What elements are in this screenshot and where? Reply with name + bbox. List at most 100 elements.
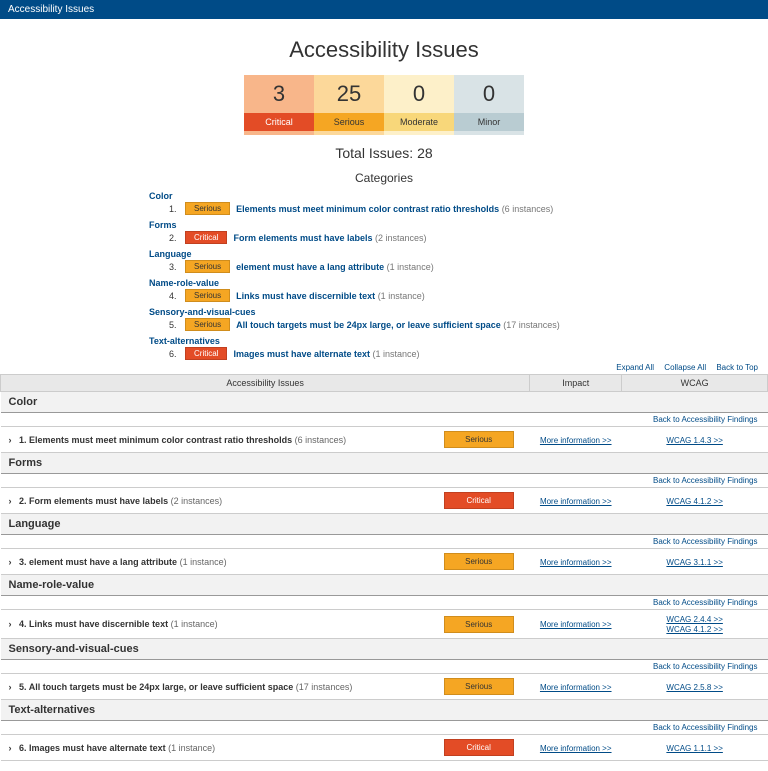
category-desc[interactable]: Form elements must have labels (2 instan…	[233, 233, 426, 243]
severity-minor[interactable]: 0 Minor	[454, 75, 524, 135]
category-desc[interactable]: Links must have discernible text (1 inst…	[236, 291, 425, 301]
issue-instances: (2 instances)	[171, 496, 223, 506]
severity-critical[interactable]: 3 Critical	[244, 75, 314, 135]
wcag-link[interactable]: WCAG 1.1.1 >>	[666, 744, 722, 753]
top-bar: Accessibility Issues	[0, 0, 768, 19]
issue-row[interactable]: › 4. Links must have discernible text (1…	[1, 610, 768, 639]
categories-heading: Categories	[0, 171, 768, 185]
wcag-link[interactable]: WCAG 1.4.3 >>	[666, 436, 722, 445]
back-to-findings-link[interactable]: Back to Accessibility Findings	[653, 415, 758, 424]
category-desc[interactable]: Images must have alternate text (1 insta…	[233, 349, 419, 359]
impact-badge: Critical	[185, 347, 227, 360]
back-to-findings-link[interactable]: Back to Accessibility Findings	[653, 723, 758, 732]
back-link-row: Back to Accessibility Findings	[1, 660, 768, 674]
back-to-findings-link[interactable]: Back to Accessibility Findings	[653, 598, 758, 607]
issues-table: Accessibility Issues Impact WCAG ColorBa…	[0, 374, 768, 761]
severity-serious-label: Serious	[314, 113, 384, 131]
instance-count: (2 instances)	[375, 233, 427, 243]
category-name[interactable]: Language	[149, 249, 619, 259]
wcag-link[interactable]: WCAG 2.5.8 >>	[666, 683, 722, 692]
category-item[interactable]: 6. Critical Images must have alternate tex…	[149, 346, 619, 361]
chevron-right-icon[interactable]: ›	[9, 557, 17, 567]
instance-count: (6 instances)	[502, 204, 554, 214]
issue-row[interactable]: › 2. Form elements must have labels (2 i…	[1, 488, 768, 514]
more-info-link[interactable]: More information >>	[540, 558, 612, 567]
section-title: Language	[1, 514, 768, 535]
impact-badge: Critical	[444, 492, 514, 509]
severity-serious[interactable]: 25 Serious	[314, 75, 384, 135]
impact-badge: Serious	[444, 431, 514, 448]
back-to-findings-link[interactable]: Back to Accessibility Findings	[653, 537, 758, 546]
instance-count: (1 instance)	[378, 291, 425, 301]
wcag-link[interactable]: WCAG 4.1.2 >>	[666, 497, 722, 506]
category-name[interactable]: Name-role-value	[149, 278, 619, 288]
more-info-link[interactable]: More information >>	[540, 620, 612, 629]
issue-title: 6. Images must have alternate text	[19, 743, 166, 753]
severity-moderate-count: 0	[384, 81, 454, 107]
back-link-row: Back to Accessibility Findings	[1, 721, 768, 735]
impact-badge: Serious	[185, 260, 230, 273]
issue-instances: (1 instance)	[168, 743, 215, 753]
issue-instances: (17 instances)	[296, 682, 353, 692]
chevron-right-icon[interactable]: ›	[9, 682, 17, 692]
back-link-row: Back to Accessibility Findings	[1, 596, 768, 610]
severity-minor-label: Minor	[454, 113, 524, 131]
category-desc[interactable]: All touch targets must be 24px large, or…	[236, 320, 560, 330]
category-item[interactable]: 1.SeriousElements must meet minimum colo…	[149, 201, 619, 216]
section-header: Name-role-value	[1, 575, 768, 596]
issue-instances: (1 instance)	[180, 557, 227, 567]
category-name[interactable]: Text-alternatives	[149, 336, 619, 346]
back-to-findings-link[interactable]: Back to Accessibility Findings	[653, 662, 758, 671]
category-index: 2.	[169, 233, 179, 243]
chevron-right-icon[interactable]: ›	[9, 743, 17, 753]
severity-serious-count: 25	[314, 81, 384, 107]
category-name[interactable]: Sensory-and-visual-cues	[149, 307, 619, 317]
issue-title: 5. All touch targets must be 24px large,…	[19, 682, 293, 692]
chevron-right-icon[interactable]: ›	[9, 619, 17, 629]
wcag-link[interactable]: WCAG 4.1.2 >>	[666, 625, 722, 634]
issue-row[interactable]: › 6. Images must have alternate text (1 …	[1, 735, 768, 761]
category-item[interactable]: 4.SeriousLinks must have discernible tex…	[149, 288, 619, 303]
back-to-top-link[interactable]: Back to Top	[716, 363, 758, 372]
main-content: Accessibility Issues 3 Critical 25 Serio…	[0, 19, 768, 771]
issue-row[interactable]: › 1. Elements must meet minimum color co…	[1, 427, 768, 453]
chevron-right-icon[interactable]: ›	[9, 496, 17, 506]
severity-minor-count: 0	[454, 81, 524, 107]
section-header: Text-alternatives	[1, 700, 768, 721]
back-to-findings-link[interactable]: Back to Accessibility Findings	[653, 476, 758, 485]
issue-row[interactable]: › 5. All touch targets must be 24px larg…	[1, 674, 768, 700]
category-index: 4.	[169, 291, 179, 301]
category-item[interactable]: 5. Serious All touch targets must be 24px …	[149, 317, 619, 332]
chevron-right-icon[interactable]: ›	[9, 435, 17, 445]
more-info-link[interactable]: More information >>	[540, 744, 612, 753]
more-info-link[interactable]: More information >>	[540, 683, 612, 692]
section-header: Sensory-and-visual-cues	[1, 639, 768, 660]
issue-title: 2. Form elements must have labels	[19, 496, 168, 506]
category-desc[interactable]: Elements must meet minimum color contras…	[236, 204, 553, 214]
severity-moderate[interactable]: 0 Moderate	[384, 75, 454, 135]
wcag-link[interactable]: WCAG 2.4.4 >>	[666, 615, 722, 624]
impact-badge: Serious	[444, 616, 514, 633]
section-header: Forms	[1, 453, 768, 474]
more-info-link[interactable]: More information >>	[540, 436, 612, 445]
category-index: 6.	[169, 349, 179, 359]
section-title: Text-alternatives	[1, 700, 768, 721]
category-item[interactable]: 3. Serious element must have a lang attri…	[149, 259, 619, 274]
section-header: Language	[1, 514, 768, 535]
category-desc[interactable]: element must have a lang attribute (1 in…	[236, 262, 434, 272]
more-info-link[interactable]: More information >>	[540, 497, 612, 506]
expand-all-link[interactable]: Expand All	[616, 363, 654, 372]
impact-badge: Serious	[185, 318, 230, 331]
collapse-all-link[interactable]: Collapse All	[664, 363, 706, 372]
section-title: Color	[1, 392, 768, 413]
category-name[interactable]: Color	[149, 191, 619, 201]
category-name[interactable]: Forms	[149, 220, 619, 230]
category-index: 3.	[169, 262, 179, 272]
col-wcag: WCAG	[622, 375, 768, 392]
wcag-link[interactable]: WCAG 3.1.1 >>	[666, 558, 722, 567]
categories-list: Color1.SeriousElements must meet minimum…	[149, 191, 619, 361]
issue-row[interactable]: › 3. element must have a lang attribute …	[1, 549, 768, 575]
category-index: 5.	[169, 320, 179, 330]
category-item[interactable]: 2.CriticalForm elements must have labels…	[149, 230, 619, 245]
issue-title: 4. Links must have discernible text	[19, 619, 168, 629]
